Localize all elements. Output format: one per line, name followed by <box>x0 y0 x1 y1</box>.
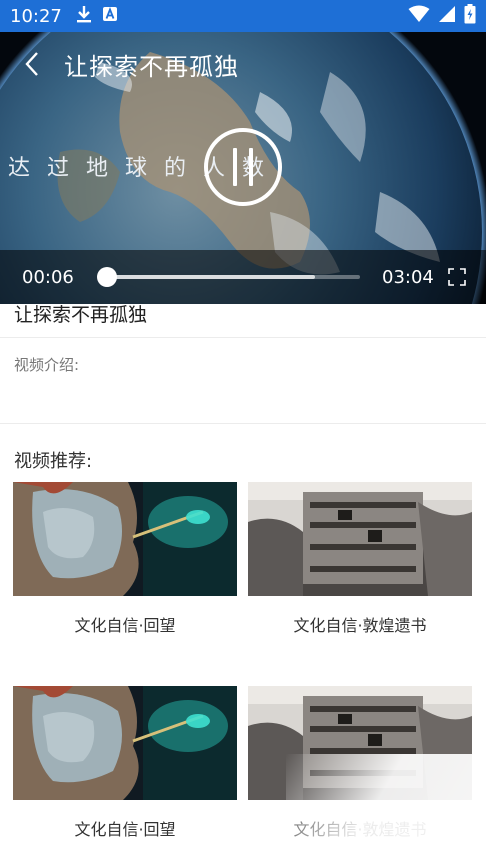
wifi-icon <box>408 5 430 27</box>
recommendation-card[interactable]: 文化自信·回望 <box>13 482 237 636</box>
download-icon <box>76 5 92 27</box>
a-notification-icon <box>102 6 118 26</box>
recommendations-title: 视频推荐: <box>14 451 93 472</box>
divider <box>0 337 486 338</box>
total-time: 03:04 <box>382 266 434 288</box>
card-label: 文化自信·敦煌遗书 <box>293 616 427 635</box>
progress-bar[interactable] <box>96 267 360 287</box>
thumbnail-grottoes <box>248 482 472 596</box>
card-label: 文化自信·回望 <box>74 820 176 839</box>
card-label: 文化自信·回望 <box>74 616 176 635</box>
buffer-bar <box>98 275 316 279</box>
recommendation-card[interactable]: 文化自信·回望 <box>13 686 237 840</box>
fullscreen-button[interactable] <box>448 268 466 286</box>
watermark-overlay <box>286 754 486 864</box>
status-time: 10:27 <box>10 5 62 27</box>
pause-icon <box>233 148 237 186</box>
intro-label: 视频介绍: <box>14 356 80 374</box>
player-title: 让探索不再孤独 <box>64 52 239 81</box>
signal-icon <box>438 5 456 27</box>
video-player[interactable]: 让探索不再孤独 达过地球的人数 00:06 03:04 <box>0 32 486 304</box>
player-controls: 00:06 03:04 <box>0 250 486 304</box>
divider <box>0 423 486 424</box>
recommendation-card[interactable]: 文化自信·敦煌遗书 <box>248 482 472 636</box>
battery-icon <box>464 4 476 28</box>
video-name: 让探索不再孤独 <box>14 304 148 326</box>
progress-thumb[interactable] <box>96 267 117 287</box>
fullscreen-icon <box>448 268 466 286</box>
thumbnail-statue <box>13 686 237 800</box>
back-button[interactable] <box>0 32 64 96</box>
thumbnail-statue <box>13 482 237 596</box>
chevron-left-icon <box>25 52 38 76</box>
status-bar: 10:27 <box>0 0 486 32</box>
current-time: 00:06 <box>22 266 74 288</box>
pause-button[interactable] <box>204 128 282 206</box>
